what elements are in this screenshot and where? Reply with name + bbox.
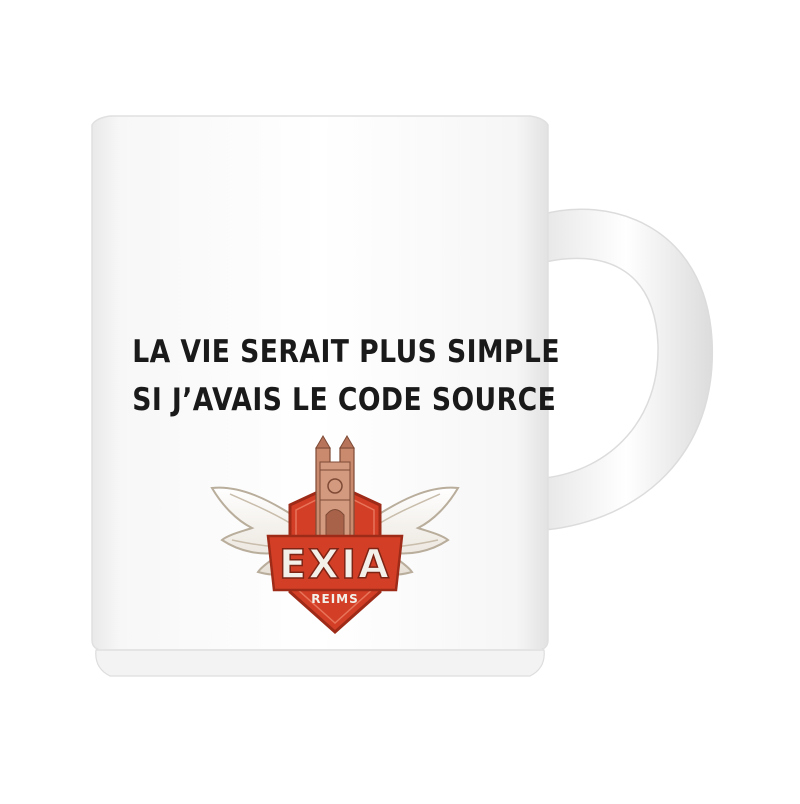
slogan-line-2: SI J’AVAIS LE CODE SOURCE [132, 382, 557, 418]
reims-label: REIMS [311, 592, 359, 606]
mug-slogan: LA VIE SERAIT PLUS SIMPLE SI J’AVAIS LE … [132, 328, 560, 424]
mug-handle [539, 208, 713, 531]
product-photo: EXIA REIMS LA VIE SERAIT PLUS SIMPLE SI … [0, 0, 800, 800]
exia-wordmark: EXIA [279, 542, 391, 588]
slogan-line-1: LA VIE SERAIT PLUS SIMPLE [132, 334, 560, 370]
